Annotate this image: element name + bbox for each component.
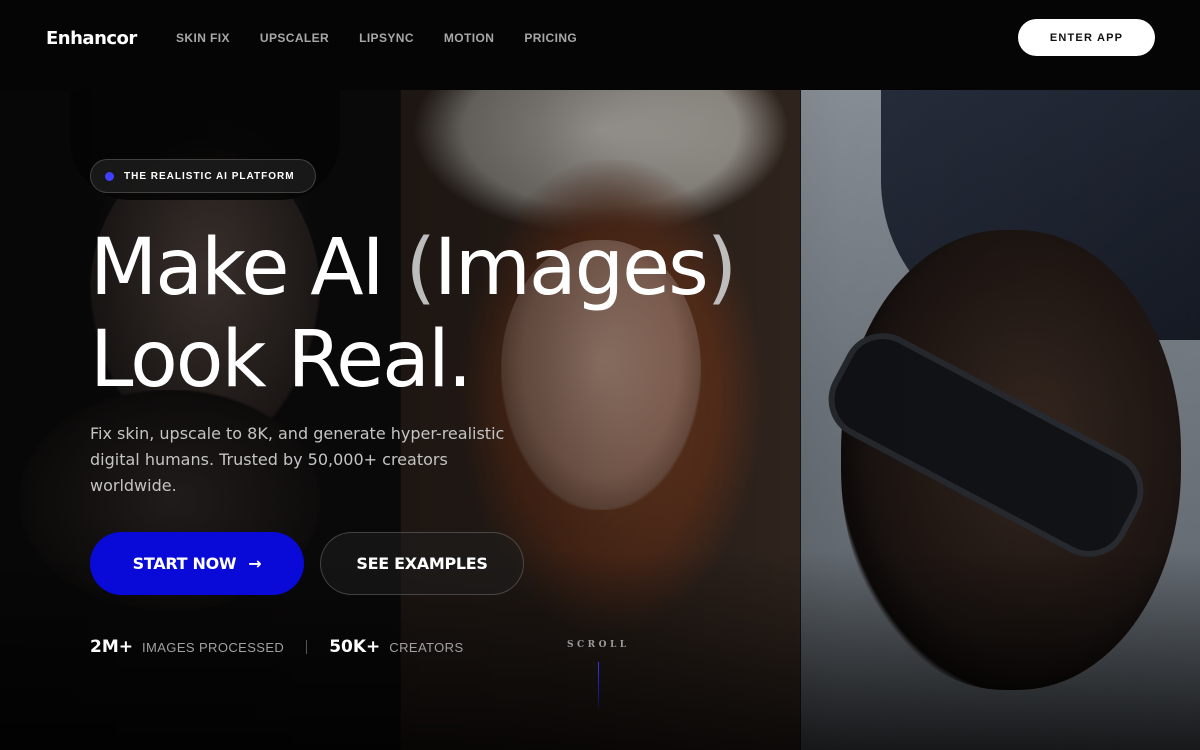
hero-subtitle: Fix skin, upscale to 8K, and generate hy… xyxy=(90,424,505,495)
top-navigation: Enhancor SKIN FIX UPSCALER LIPSYNC MOTIO… xyxy=(0,0,1200,90)
hero-stats: 2M+ IMAGES PROCESSED 50K+ CREATORS xyxy=(90,637,464,657)
headline-text: Make AI xyxy=(90,223,406,313)
start-now-button[interactable]: START NOW → xyxy=(90,532,304,595)
stat-images-label: IMAGES PROCESSED xyxy=(142,639,285,655)
stat-divider xyxy=(306,640,308,654)
stat-creators-value: 50K+ xyxy=(329,637,381,657)
headline-line-2: Look Real. xyxy=(90,315,472,405)
start-now-label: START NOW xyxy=(132,554,237,573)
arrow-right-icon: → xyxy=(248,554,262,573)
logo[interactable]: Enhancor xyxy=(46,28,137,49)
scroll-indicator-line xyxy=(598,662,599,712)
stat-creators-label: CREATORS xyxy=(389,639,464,655)
stat-images-value: 2M+ xyxy=(90,637,133,657)
badge-dot-icon xyxy=(105,171,114,181)
badge-label: THE REALISTIC AI PLATFORM xyxy=(124,170,295,182)
hero-headline: Make AI (Images) Look Real. xyxy=(90,222,737,406)
headline-line-1: Make AI (Images) xyxy=(90,222,737,314)
scroll-indicator-label: SCROLL xyxy=(567,640,630,650)
nav-item-lipsync[interactable]: LIPSYNC xyxy=(359,31,414,45)
see-examples-button[interactable]: SEE EXAMPLES xyxy=(320,532,524,595)
nav-item-motion[interactable]: MOTION xyxy=(444,31,494,45)
headline-paren-close: ) xyxy=(706,223,737,313)
nav-item-pricing[interactable]: PRICING xyxy=(524,31,577,45)
nav-item-skin-fix[interactable]: SKIN FIX xyxy=(176,31,230,45)
nav-menu: SKIN FIX UPSCALER LIPSYNC MOTION PRICING xyxy=(176,31,607,45)
nav-item-upscaler[interactable]: UPSCALER xyxy=(260,31,329,45)
platform-badge: THE REALISTIC AI PLATFORM xyxy=(90,159,316,193)
headline-paren-open: ( xyxy=(405,223,435,313)
headline-highlight-word: Images xyxy=(433,223,709,313)
enter-app-button[interactable]: ENTER APP xyxy=(1018,19,1155,56)
